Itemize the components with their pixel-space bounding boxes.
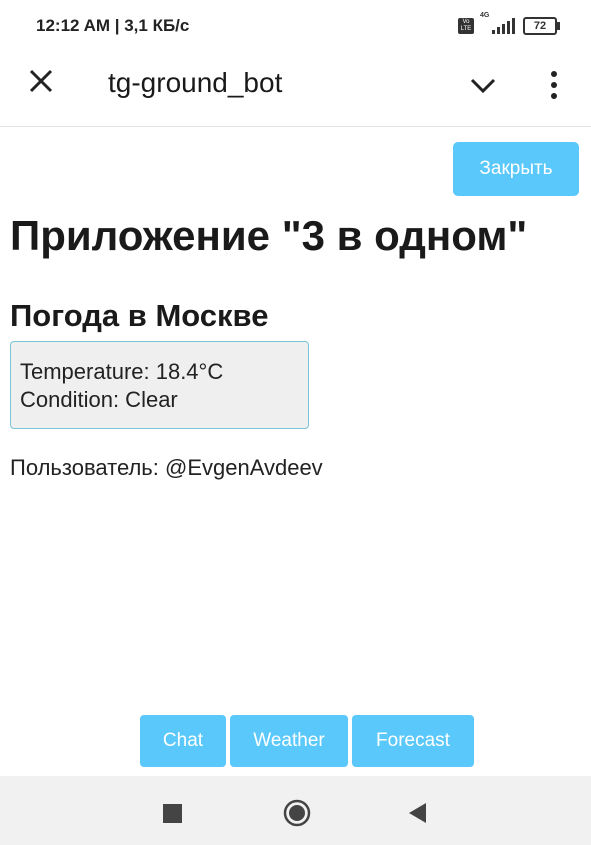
app-header: tg-ground_bot	[0, 52, 591, 127]
volte-icon: Vo LTE	[458, 18, 474, 34]
forecast-button[interactable]: Forecast	[352, 715, 474, 767]
user-text: Пользователь: @EvgenAvdeev	[10, 455, 323, 480]
weather-info-box: Temperature: 18.4°C Condition: Clear	[10, 341, 309, 429]
condition-text: Condition: Clear	[20, 387, 178, 412]
weather-button[interactable]: Weather	[230, 715, 348, 767]
status-bar: 12:12 AM | 3,1 КБ/с Vo LTE 4G 72	[0, 0, 591, 52]
status-icons: Vo LTE 4G 72	[458, 12, 560, 38]
volte-bottom-text: LTE	[460, 26, 472, 32]
back-triangle-icon[interactable]	[406, 801, 428, 825]
signal-icon: 4G	[480, 12, 515, 34]
app-title: Приложение "3 в одном"	[10, 212, 528, 259]
header-title: tg-ground_bot	[108, 67, 283, 98]
close-button[interactable]: Закрыть	[453, 142, 579, 196]
status-time-speed: 12:12 AM | 3,1 КБ/с	[36, 16, 190, 35]
battery-icon: 72	[523, 17, 560, 35]
more-vertical-icon[interactable]	[540, 69, 568, 101]
close-x-icon[interactable]	[26, 66, 56, 96]
weather-heading: Погода в Москве	[10, 298, 269, 333]
home-circle-icon[interactable]	[283, 799, 311, 827]
network-type: 4G	[480, 12, 490, 19]
chat-button[interactable]: Chat	[140, 715, 226, 767]
system-nav-bar	[0, 776, 591, 845]
temperature-text: Temperature: 18.4°C	[20, 359, 224, 384]
chevron-down-icon[interactable]	[468, 70, 498, 100]
volte-top-text: Vo	[462, 19, 470, 25]
recents-square-icon[interactable]	[163, 804, 182, 823]
